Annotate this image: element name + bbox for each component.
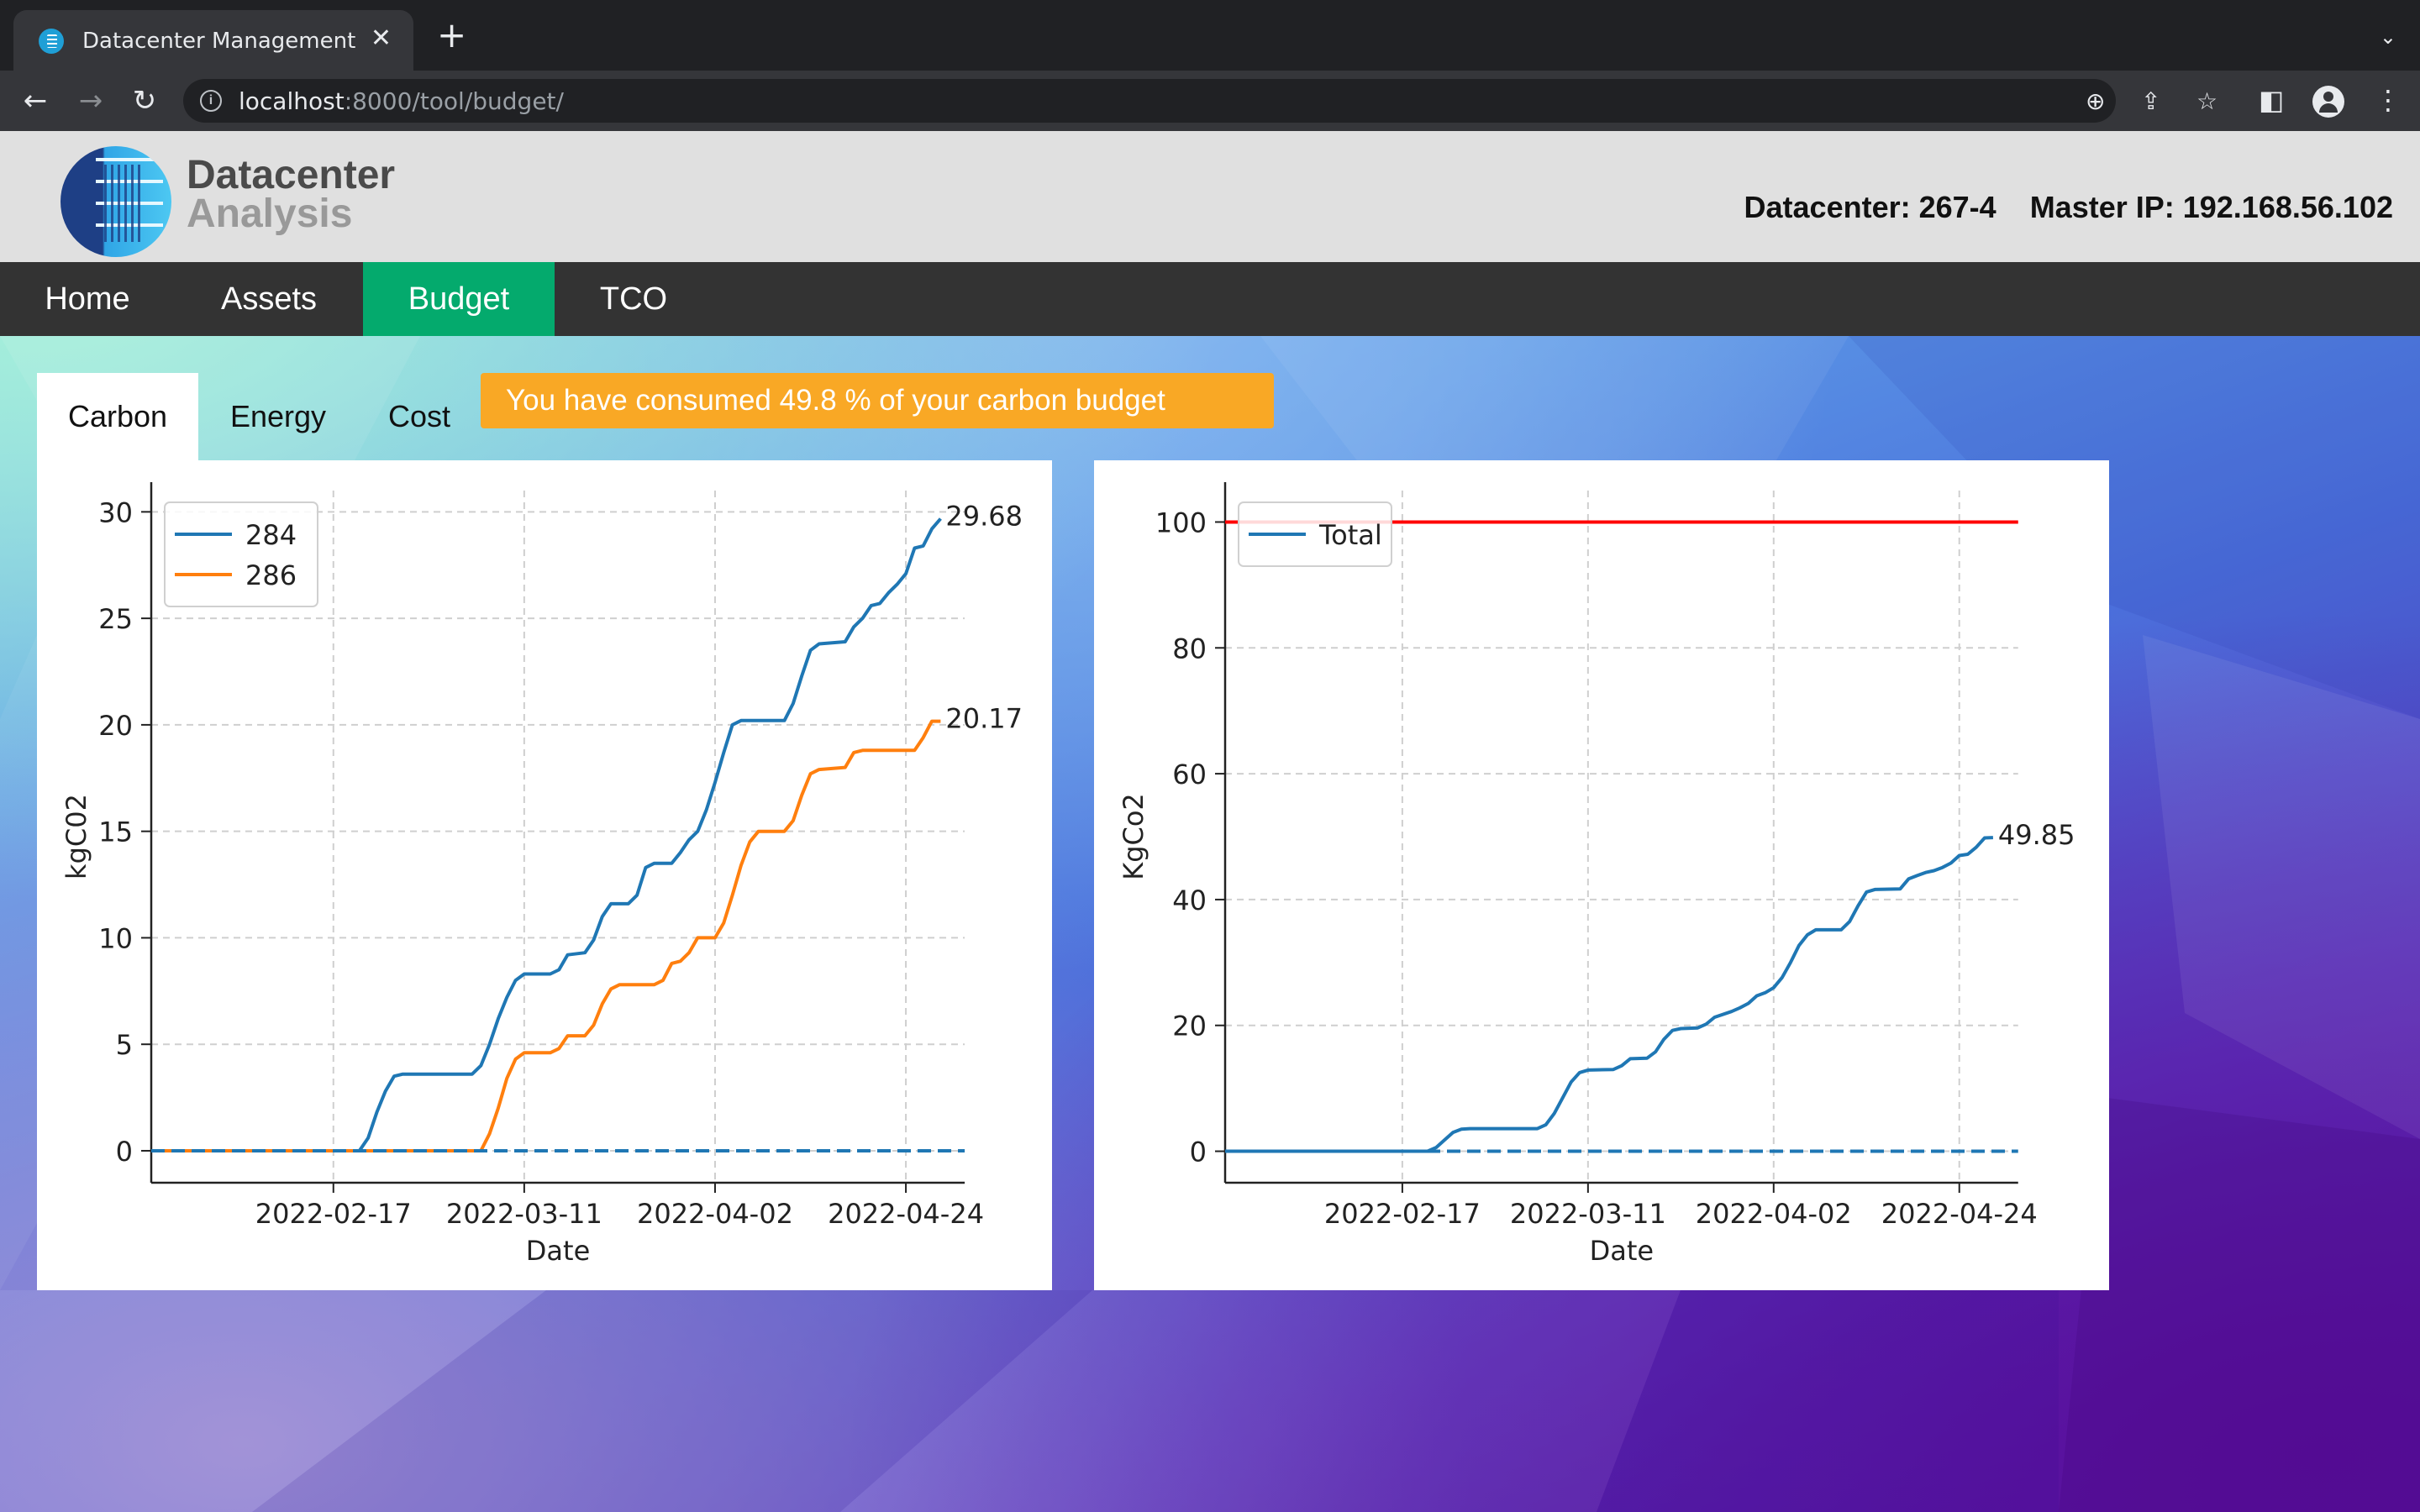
y-tick-label: 0 <box>116 1136 133 1168</box>
end-value-label: 49.85 <box>1998 819 2075 851</box>
budget-alert: You have consumed 49.8 % of your carbon … <box>481 373 1274 428</box>
new-tab-icon[interactable]: + <box>437 18 466 53</box>
y-tick-label: 20 <box>1172 1011 1207 1042</box>
datacenter-favicon-icon <box>39 29 64 54</box>
zoom-icon[interactable]: ⊕ <box>2086 87 2105 115</box>
tab-carbon[interactable]: Carbon <box>37 373 198 460</box>
y-tick-label: 25 <box>98 603 133 635</box>
logo-title: Datacenter <box>187 153 396 197</box>
y-tick-label: 30 <box>98 496 133 528</box>
x-tick-label: 2022-04-24 <box>1881 1198 2038 1230</box>
url-text: localhost:8000/tool/budget/ <box>239 87 564 115</box>
forward-icon[interactable]: → <box>74 84 108 118</box>
browser-toolbar: ← → ↻ i localhost:8000/tool/budget/ ⊕ ⇪ … <box>0 71 2420 131</box>
y-tick-label: 5 <box>116 1029 133 1061</box>
side-panel-icon[interactable]: ◧ <box>2259 84 2284 116</box>
x-tick-label: 2022-03-11 <box>1510 1198 1666 1230</box>
y-tick-label: 80 <box>1172 633 1207 664</box>
nav-assets[interactable]: Assets <box>175 262 363 336</box>
y-axis-label: KgCo2 <box>1118 793 1150 880</box>
x-axis-label: Date <box>526 1235 590 1267</box>
series-line-Total <box>1225 836 1993 1153</box>
y-tick-label: 20 <box>98 710 133 742</box>
y-tick-label: 40 <box>1172 885 1207 916</box>
end-value-label: 29.68 <box>945 500 1023 532</box>
datacenter-id: Datacenter: 267-4 <box>1744 190 1996 224</box>
y-tick-label: 0 <box>1190 1137 1207 1168</box>
y-axis-label: kgC02 <box>60 794 92 879</box>
x-tick-label: 2022-02-17 <box>255 1198 412 1230</box>
end-value-label: 20.17 <box>945 703 1023 735</box>
x-tick-label: 2022-03-11 <box>446 1198 602 1230</box>
address-bar[interactable]: i localhost:8000/tool/budget/ ⊕ ⇪ ☆ <box>183 79 2217 123</box>
nav-budget[interactable]: Budget <box>363 262 555 336</box>
master-ip: Master IP: 192.168.56.102 <box>2029 190 2393 224</box>
logo-subtitle: Analysis <box>187 192 353 236</box>
y-tick-label: 100 <box>1155 507 1207 538</box>
reload-icon[interactable]: ↻ <box>128 84 161 118</box>
y-tick-label: 15 <box>98 816 133 848</box>
back-icon[interactable]: ← <box>18 84 52 118</box>
x-axis-label: Date <box>1590 1235 1654 1267</box>
series-line-286 <box>151 719 941 1152</box>
browser-menu-icon[interactable]: ⋮ <box>2375 84 2402 116</box>
x-tick-label: 2022-04-02 <box>1696 1198 1852 1230</box>
nav-tco[interactable]: TCO <box>555 262 713 336</box>
carbon-total-chart: 0 20 40 60 80 100 2022-02-17 2022-03-11 2022-04-… <box>1118 482 2075 1267</box>
carbon-by-server-chart: 0 5 10 15 20 25 30 2022-02-17 2022-03-11 2022-04-… <box>60 482 1023 1267</box>
y-tick-label: 60 <box>1172 759 1207 790</box>
legend-label: 286 <box>245 559 297 591</box>
profile-icon[interactable] <box>2312 86 2344 118</box>
x-tick-label: 2022-04-02 <box>637 1198 793 1230</box>
browser-tab-strip: Datacenter Management ✕ + ⌄ <box>0 0 2420 71</box>
browser-tab[interactable]: Datacenter Management ✕ <box>13 10 413 71</box>
series-line-284 <box>151 517 942 1152</box>
carbon-by-server-chart-card: 0 5 10 15 20 25 30 2022-02-17 2022-03-11 2022-04-… <box>37 460 1052 1290</box>
url-path: :8000/tool/budget/ <box>344 87 564 115</box>
legend-label: 284 <box>245 519 297 551</box>
legend-label: Total <box>1318 519 1382 551</box>
bookmark-star-icon[interactable]: ☆ <box>2196 87 2217 115</box>
x-tick-label: 2022-02-17 <box>1324 1198 1481 1230</box>
tab-search-icon[interactable]: ⌄ <box>2380 25 2396 49</box>
tab-energy[interactable]: Energy <box>198 373 358 460</box>
site-info-icon[interactable]: i <box>200 90 222 112</box>
y-tick-label: 10 <box>98 922 133 954</box>
tab-cost[interactable]: Cost <box>358 373 481 460</box>
page: Datacenter Analysis Datacenter: 267-4 Ma… <box>0 131 2420 1512</box>
main-nav: Home Assets Budget TCO <box>0 262 2420 336</box>
x-tick-label: 2022-04-24 <box>828 1198 984 1230</box>
nav-home[interactable]: Home <box>0 262 175 336</box>
share-icon[interactable]: ⇪ <box>2141 87 2160 115</box>
datacenter-logo-icon <box>60 146 171 257</box>
url-host: localhost <box>239 87 345 115</box>
tab-close-icon[interactable]: ✕ <box>371 24 392 53</box>
site-header: Datacenter Analysis Datacenter: 267-4 Ma… <box>0 131 2420 262</box>
carbon-total-chart-card: 0 20 40 60 80 100 2022-02-17 2022-03-11 2022-04-… <box>1094 460 2109 1290</box>
datacenter-info: Datacenter: 267-4 Master IP: 192.168.56.… <box>1719 190 2393 225</box>
tab-title: Datacenter Management <box>82 29 356 54</box>
